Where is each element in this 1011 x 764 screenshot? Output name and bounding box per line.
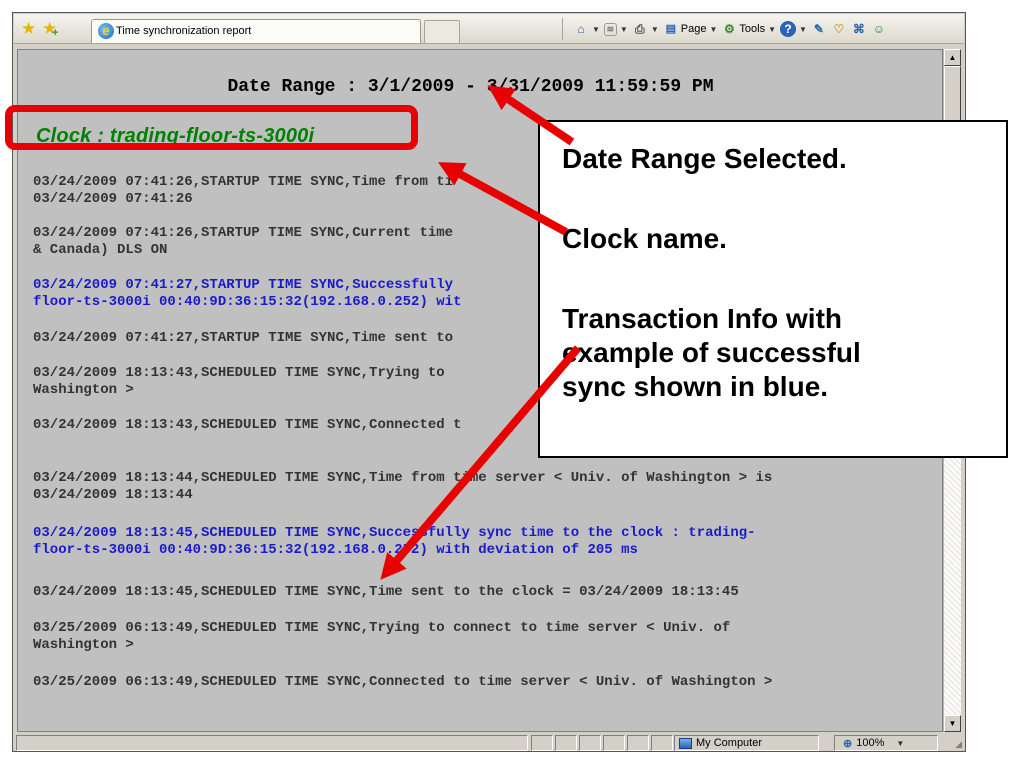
feeds-icon: ≋	[603, 22, 617, 36]
page-menu-label: Page	[680, 23, 707, 35]
chevron-down-icon: ▼	[896, 738, 905, 748]
tools-menu-button[interactable]: ⚙ Tools ▼	[721, 21, 776, 37]
favorites-star-icon[interactable]: ★	[21, 20, 36, 37]
computer-icon	[679, 737, 692, 749]
status-panel	[627, 735, 649, 751]
new-tab-button[interactable]	[424, 20, 460, 43]
log-entry-success: 03/24/2009 18:13:45,SCHEDULED TIME SYNC,…	[33, 525, 756, 558]
add-favorites-icon[interactable]: ★ +	[42, 20, 58, 39]
security-zone[interactable]: My Computer	[674, 735, 819, 751]
gear-icon: ⚙	[724, 22, 735, 36]
command-bar-separator	[562, 18, 563, 40]
tools-menu-label: Tools	[739, 23, 766, 35]
internet-explorer-icon: e	[98, 23, 114, 39]
blog-icon: ⌘	[852, 22, 865, 36]
chevron-down-icon: ▼	[592, 24, 600, 34]
chevron-down-icon: ▼	[650, 24, 659, 34]
status-bar: My Computer ⊕ 100% ▼ ◢	[14, 735, 964, 751]
status-text-panel	[16, 735, 528, 751]
log-entry: 03/24/2009 18:13:44,SCHEDULED TIME SYNC,…	[33, 470, 773, 503]
zoom-control[interactable]: ⊕ 100% ▼	[834, 735, 938, 751]
tab-toolbar: ★ ★ + e Time synchronization report ⌂ ▼ ≋ ▼…	[14, 14, 964, 44]
transaction-note-line: Transaction Info with	[562, 303, 843, 334]
scroll-down-button[interactable]: ▼	[944, 715, 961, 732]
print-button[interactable]: ⎙ ▼	[632, 21, 659, 37]
zoom-level: 100%	[856, 737, 885, 749]
date-range-note: Date Range Selected.	[562, 143, 847, 174]
status-panel	[555, 735, 577, 751]
page-menu-button[interactable]: ▤ Page ▼	[663, 21, 718, 37]
messenger-contacts-button[interactable]: ☺	[871, 21, 887, 37]
magnifier-icon: ⊕	[843, 737, 853, 750]
clock-highlight-ring	[5, 105, 418, 150]
research-button[interactable]: ✎	[811, 21, 827, 37]
help-button[interactable]: ? ▼	[780, 21, 807, 37]
home-icon: ⌂	[577, 22, 585, 36]
scroll-thumb[interactable]	[944, 66, 961, 122]
command-bar: ⌂ ▼ ≋ ▼ ⎙ ▼ ▤ Page ▼ ⚙ Tools ▼ ? ▼ ✎ ♡ ⌘…	[562, 18, 887, 40]
blog-button[interactable]: ⌘	[851, 21, 867, 37]
clock-name-note: Clock name.	[562, 223, 727, 254]
chevron-down-icon: ▼	[709, 24, 718, 34]
feeds-button[interactable]: ≋ ▼	[603, 22, 628, 36]
status-panel	[579, 735, 601, 751]
home-button[interactable]: ⌂ ▼	[573, 21, 600, 37]
status-panel	[603, 735, 625, 751]
log-entry: 03/24/2009 18:13:45,SCHEDULED TIME SYNC,…	[33, 584, 739, 600]
transaction-note-line: sync shown in blue.	[562, 371, 829, 402]
browser-tab[interactable]: e Time synchronization report	[91, 19, 421, 43]
heart-icon: ♡	[833, 22, 845, 36]
chevron-down-icon: ▼	[768, 24, 776, 34]
annotation-callout: Date Range Selected. Clock name. Transac…	[538, 120, 1008, 458]
log-entry: 03/25/2009 06:13:49,SCHEDULED TIME SYNC,…	[33, 620, 731, 653]
status-panel	[651, 735, 673, 751]
chevron-down-icon: ▼	[619, 24, 628, 34]
people-icon: ☺	[872, 22, 886, 36]
scroll-up-button[interactable]: ▲	[944, 49, 961, 66]
tab-title: Time synchronization report	[116, 25, 252, 37]
messenger-button[interactable]: ♡	[831, 21, 847, 37]
transaction-note-line: example of successful	[562, 337, 861, 368]
resize-grip-icon[interactable]: ◢	[955, 739, 962, 750]
log-entry: 03/25/2009 06:13:49,SCHEDULED TIME SYNC,…	[33, 674, 773, 690]
chevron-down-icon: ▼	[799, 24, 807, 34]
page-icon: ▤	[665, 23, 676, 35]
security-zone-label: My Computer	[696, 737, 763, 749]
date-range-heading: Date Range : 3/1/2009 - 3/31/2009 11:59:…	[227, 77, 714, 97]
help-icon: ?	[780, 21, 796, 37]
printer-icon: ⎙	[635, 22, 645, 36]
research-icon: ✎	[813, 22, 824, 36]
status-panel	[531, 735, 553, 751]
